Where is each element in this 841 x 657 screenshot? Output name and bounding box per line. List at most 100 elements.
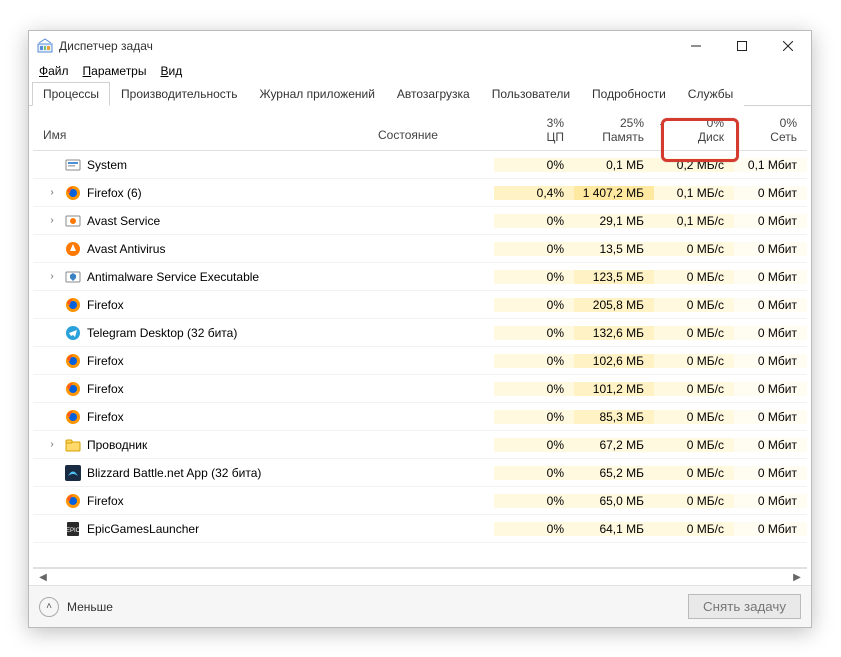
tab-details[interactable]: Подробности <box>581 82 677 106</box>
firefox-icon <box>65 185 81 201</box>
column-disk[interactable]: ⌄ 0% Диск <box>654 112 734 150</box>
fewer-details-button[interactable]: ˄ Меньше <box>39 597 113 617</box>
process-memory: 65,0 МБ <box>574 494 654 508</box>
tabs: Процессы Производительность Журнал прило… <box>29 81 811 106</box>
tab-processes[interactable]: Процессы <box>32 82 110 106</box>
process-name: EpicGamesLauncher <box>87 522 199 536</box>
process-cpu: 0% <box>494 298 574 312</box>
chevron-up-icon: ˄ <box>39 597 59 617</box>
expand-toggle[interactable]: › <box>45 187 59 198</box>
expand-toggle[interactable]: › <box>45 215 59 226</box>
table-row[interactable]: Avast Antivirus 0% 13,5 МБ 0 МБ/с 0 Мбит <box>33 235 807 263</box>
menu-options[interactable]: Параметры <box>83 64 147 78</box>
table-row[interactable]: › Antimalware Service Executable 0% 123,… <box>33 263 807 291</box>
explorer-icon <box>65 437 81 453</box>
process-memory: 64,1 МБ <box>574 522 654 536</box>
system-icon <box>65 157 81 173</box>
tab-performance[interactable]: Производительность <box>110 82 248 106</box>
process-network: 0 Мбит <box>734 466 807 480</box>
antimal-icon <box>65 269 81 285</box>
process-disk: 0 МБ/с <box>654 270 734 284</box>
column-network[interactable]: 0% Сеть <box>734 112 807 150</box>
window-controls <box>673 31 811 61</box>
process-memory: 0,1 МБ <box>574 158 654 172</box>
tab-startup[interactable]: Автозагрузка <box>386 82 481 106</box>
process-cpu: 0% <box>494 158 574 172</box>
process-network: 0 Мбит <box>734 270 807 284</box>
table-row[interactable]: Firefox 0% 85,3 МБ 0 МБ/с 0 Мбит <box>33 403 807 431</box>
firefox-icon <box>65 381 81 397</box>
process-memory: 102,6 МБ <box>574 354 654 368</box>
process-network: 0,1 Мбит <box>734 158 807 172</box>
tab-app-history[interactable]: Журнал приложений <box>249 82 386 106</box>
close-button[interactable] <box>765 31 811 61</box>
titlebar[interactable]: Диспетчер задач <box>29 31 811 61</box>
process-disk: 0 МБ/с <box>654 466 734 480</box>
process-name: Firefox <box>87 494 124 508</box>
table-row[interactable]: Firefox 0% 102,6 МБ 0 МБ/с 0 Мбит <box>33 347 807 375</box>
column-status[interactable]: Состояние <box>374 120 494 150</box>
tab-users[interactable]: Пользователи <box>481 82 581 106</box>
process-name: Avast Service <box>87 214 160 228</box>
telegram-icon <box>65 325 81 341</box>
tab-services[interactable]: Службы <box>677 82 744 106</box>
expand-toggle[interactable]: › <box>45 271 59 282</box>
table-row[interactable]: Blizzard Battle.net App (32 бита) 0% 65,… <box>33 459 807 487</box>
maximize-button[interactable] <box>719 31 765 61</box>
table-row[interactable]: EPIC EpicGamesLauncher 0% 64,1 МБ 0 МБ/с… <box>33 515 807 543</box>
process-cpu: 0% <box>494 270 574 284</box>
process-network: 0 Мбит <box>734 214 807 228</box>
table-row[interactable]: System 0% 0,1 МБ 0,2 МБ/с 0,1 Мбит <box>33 151 807 179</box>
process-disk: 0,1 МБ/с <box>654 214 734 228</box>
process-grid: Имя Состояние 3% ЦП 25% Память ⌄ 0% Диск… <box>33 112 807 568</box>
cpu-percent: 3% <box>547 116 564 130</box>
menu-file[interactable]: Файл <box>39 64 69 78</box>
process-disk: 0 МБ/с <box>654 242 734 256</box>
process-memory: 29,1 МБ <box>574 214 654 228</box>
svg-text:EPIC: EPIC <box>66 528 81 534</box>
minimize-button[interactable] <box>673 31 719 61</box>
process-memory: 205,8 МБ <box>574 298 654 312</box>
expand-toggle[interactable]: › <box>45 439 59 450</box>
disk-percent: 0% <box>707 116 724 130</box>
table-row[interactable]: Firefox 0% 101,2 МБ 0 МБ/с 0 Мбит <box>33 375 807 403</box>
process-network: 0 Мбит <box>734 438 807 452</box>
process-network: 0 Мбит <box>734 522 807 536</box>
process-disk: 0 МБ/с <box>654 298 734 312</box>
task-manager-window: Диспетчер задач Файл Параметры Вид Проце… <box>28 30 812 628</box>
column-memory[interactable]: 25% Память <box>574 112 654 150</box>
process-name: System <box>87 158 127 172</box>
footer: ˄ Меньше Снять задачу <box>29 585 811 627</box>
table-row[interactable]: Firefox 0% 65,0 МБ 0 МБ/с 0 Мбит <box>33 487 807 515</box>
avast-icon <box>65 241 81 257</box>
end-task-button[interactable]: Снять задачу <box>688 594 801 619</box>
process-disk: 0 МБ/с <box>654 494 734 508</box>
table-row[interactable]: Firefox 0% 205,8 МБ 0 МБ/с 0 Мбит <box>33 291 807 319</box>
window-title: Диспетчер задач <box>59 39 673 53</box>
table-row[interactable]: › Avast Service 0% 29,1 МБ 0,1 МБ/с 0 Мб… <box>33 207 807 235</box>
horizontal-scrollbar[interactable]: ◀ ▶ <box>33 568 807 585</box>
table-row[interactable]: Telegram Desktop (32 бита) 0% 132,6 МБ 0… <box>33 319 807 347</box>
process-memory: 1 407,2 МБ <box>574 186 654 200</box>
process-memory: 85,3 МБ <box>574 410 654 424</box>
column-cpu[interactable]: 3% ЦП <box>494 112 574 150</box>
column-name[interactable]: Имя <box>33 120 374 150</box>
process-network: 0 Мбит <box>734 354 807 368</box>
process-name: Telegram Desktop (32 бита) <box>87 326 237 340</box>
process-name: Avast Antivirus <box>87 242 165 256</box>
sort-indicator-icon: ⌄ <box>658 118 666 129</box>
process-disk: 0 МБ/с <box>654 522 734 536</box>
process-rows[interactable]: System 0% 0,1 МБ 0,2 МБ/с 0,1 Мбит › Fir… <box>33 151 807 567</box>
table-row[interactable]: › Firefox (6) 0,4% 1 407,2 МБ 0,1 МБ/с 0… <box>33 179 807 207</box>
process-network: 0 Мбит <box>734 410 807 424</box>
process-cpu: 0% <box>494 382 574 396</box>
scroll-left-icon[interactable]: ◀ <box>35 569 51 585</box>
process-name: Firefox <box>87 410 124 424</box>
process-disk: 0 МБ/с <box>654 326 734 340</box>
scroll-right-icon[interactable]: ▶ <box>789 569 805 585</box>
mem-label: Память <box>578 130 644 144</box>
table-row[interactable]: › Проводник 0% 67,2 МБ 0 МБ/с 0 Мбит <box>33 431 807 459</box>
process-memory: 132,6 МБ <box>574 326 654 340</box>
process-memory: 65,2 МБ <box>574 466 654 480</box>
menu-view[interactable]: Вид <box>160 64 182 78</box>
